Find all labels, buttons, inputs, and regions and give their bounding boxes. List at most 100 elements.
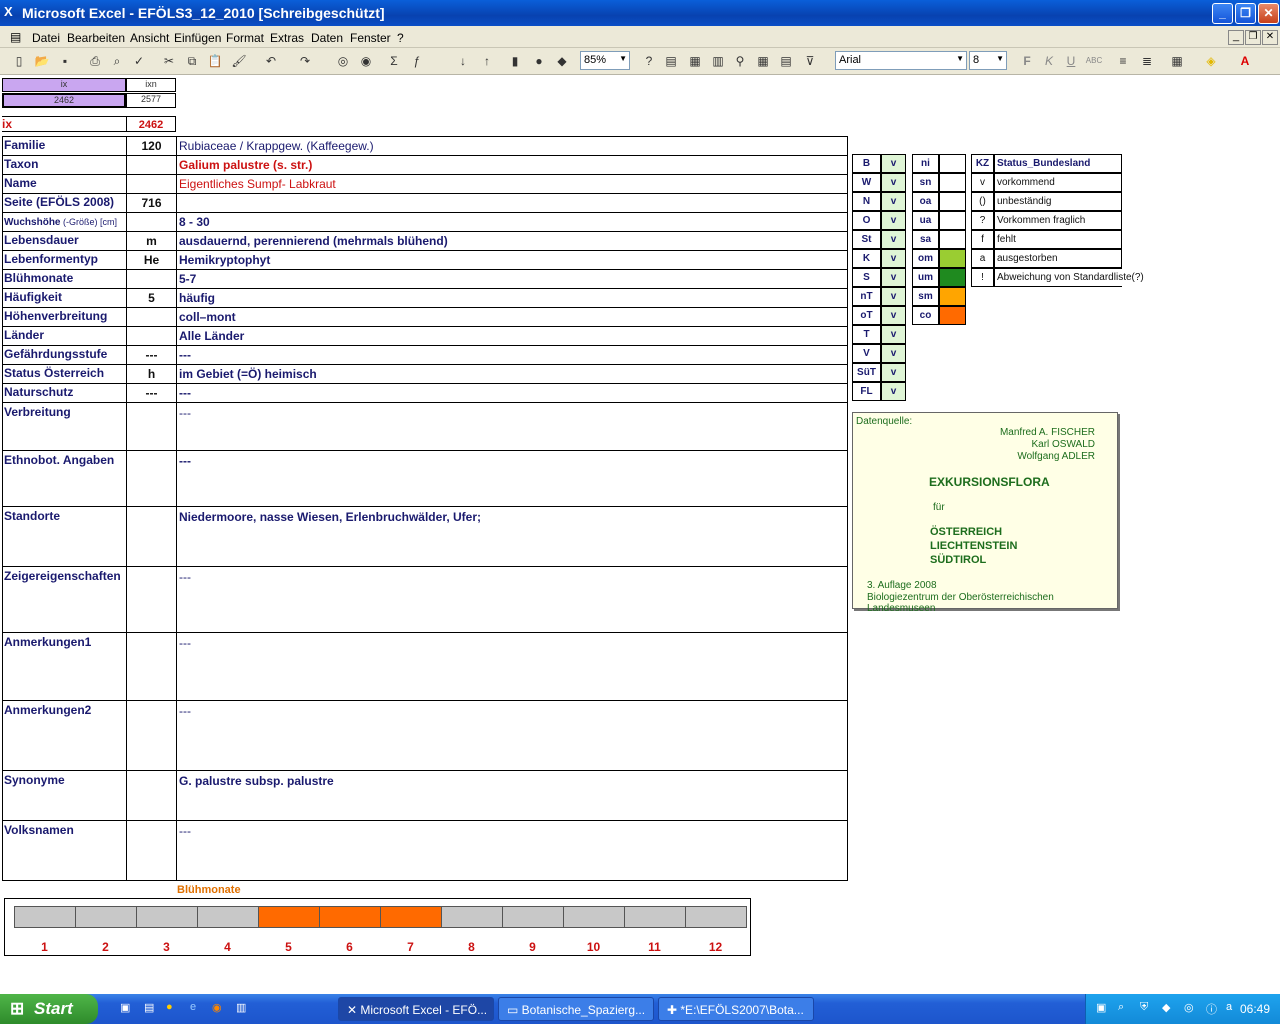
land-status[interactable]: v [881,363,906,382]
print-preview-icon[interactable]: ⌕ [108,52,126,70]
function-icon[interactable]: ƒ [408,52,426,70]
row-value[interactable]: coll–mont [176,307,848,326]
row-value[interactable]: --- [176,383,848,402]
print-icon[interactable]: ⎙ [86,52,104,70]
lang-icon[interactable]: a [1226,1001,1232,1013]
row-code[interactable] [126,307,176,326]
drawing-icon[interactable]: ◆ [553,52,571,70]
row-value[interactable]: Rubiaceae / Krappgew. (Kaffeegew.) [176,136,848,155]
info-icon[interactable]: ⓘ [1206,1001,1217,1017]
row-value[interactable]: --- [176,402,848,450]
firefox-icon[interactable]: ◉ [212,1001,222,1014]
row-code[interactable]: m [126,231,176,250]
menu-format[interactable]: Format [226,31,264,45]
save-icon[interactable]: ▪ [56,52,74,70]
row-code[interactable]: --- [126,345,176,364]
menu-extras[interactable]: Extras [270,31,304,45]
borders-icon[interactable]: ▦ [1168,52,1186,70]
row-code[interactable] [126,269,176,288]
row-value[interactable]: 5-7 [176,269,848,288]
row-code[interactable] [126,700,176,770]
row-code[interactable]: He [126,250,176,269]
quicklaunch-icon[interactable]: ▤ [144,1001,154,1014]
minimize-button[interactable]: _ [1212,3,1233,24]
open-icon[interactable]: 📂 [33,52,51,70]
align-center-icon[interactable]: ≣ [1138,52,1156,70]
land-status[interactable]: v [881,230,906,249]
bold-icon[interactable]: F [1018,52,1036,70]
land-status[interactable]: v [881,211,906,230]
comment-icon[interactable]: ▤ [662,52,680,70]
land-status[interactable]: v [881,287,906,306]
land-status[interactable]: v [881,268,906,287]
row-code[interactable] [126,326,176,345]
row-code[interactable] [126,632,176,700]
land-status[interactable]: v [881,325,906,344]
menu-bearbeiten[interactable]: Bearbeiten [67,31,125,45]
task-editor[interactable]: ✚ *E:\EFÖLS2007\Bota... [658,997,814,1021]
row-value[interactable]: --- [176,700,848,770]
font-select[interactable]: Arial ▼ [835,51,967,70]
cut-icon[interactable]: ✂ [160,52,178,70]
row-code[interactable] [126,212,176,231]
redo-icon[interactable]: ↷ [296,52,314,70]
row-code[interactable] [126,770,176,820]
row-value[interactable]: Hemikryptophyt [176,250,848,269]
row-code[interactable] [126,566,176,632]
chart-icon[interactable]: ▮ [506,52,524,70]
sheet-icon[interactable]: ▤ [777,52,795,70]
row-code[interactable]: 716 [126,193,176,212]
help-icon[interactable]: ? [640,52,658,70]
network-icon[interactable]: ▣ [1096,1001,1106,1014]
menu-datei[interactable]: Datei [32,31,60,45]
row-code[interactable]: --- [126,383,176,402]
close-button[interactable]: ✕ [1258,3,1279,24]
land-status[interactable]: v [881,249,906,268]
ie-icon[interactable]: e [190,1001,196,1013]
row-value[interactable]: G. palustre subsp. palustre [176,770,848,820]
row-code[interactable]: 120 [126,136,176,155]
doc-restore-button[interactable]: ❐ [1245,30,1261,45]
row-value[interactable]: Alle Länder [176,326,848,345]
task-explorer[interactable]: ▭ Botanische_Spazierg... [498,997,654,1021]
row-value[interactable]: --- [176,450,848,506]
desktop-icon[interactable]: ▣ [120,1001,130,1014]
row-value[interactable]: ausdauernd, perennierend (mehrmals blühe… [176,231,848,250]
row-value[interactable]: 8 - 30 [176,212,848,231]
menu-daten[interactable]: Daten [311,31,343,45]
start-button[interactable]: ⊞ Start [0,994,98,1024]
row-value[interactable]: Galium palustre (s. str.) [176,155,848,174]
menu-fenster[interactable]: Fenster [350,31,391,45]
doc-close-button[interactable]: ✕ [1262,30,1278,45]
ixn-value-cell[interactable]: 2577 [126,93,176,108]
grid-icon[interactable]: ▦ [754,52,772,70]
row-value[interactable]: Niedermoore, nasse Wiesen, Erlenbruchwäl… [176,506,848,566]
align-left-icon[interactable]: ≡ [1114,52,1132,70]
format-painter-icon[interactable]: 🖌 [230,52,248,70]
paste-icon[interactable]: 📋 [206,52,224,70]
underline-icon[interactable]: U [1062,52,1080,70]
hyperlink-icon[interactable]: ◎ [334,52,352,70]
ix-value-cell[interactable]: 2462 [2,93,126,108]
new-icon[interactable]: ▯ [10,52,28,70]
row-code[interactable] [126,155,176,174]
row-value[interactable] [176,193,848,212]
undo-icon[interactable]: ↶ [262,52,280,70]
row-code[interactable]: 5 [126,288,176,307]
fill-color-icon[interactable]: ◈ [1202,52,1220,70]
row-value[interactable]: --- [176,632,848,700]
row-value[interactable]: --- [176,566,848,632]
row-code[interactable]: h [126,364,176,383]
row-value[interactable]: --- [176,820,848,880]
menu-einfuegen[interactable]: Einfügen [174,31,221,45]
row-value[interactable]: im Gebiet (=Ö) heimisch [176,364,848,383]
row-code[interactable] [126,402,176,450]
web-icon[interactable]: ◉ [357,52,375,70]
update-icon[interactable]: ◎ [1184,1001,1194,1014]
binoculars-icon[interactable]: ⚲ [731,52,749,70]
font-color-icon[interactable]: A [1236,52,1254,70]
land-status[interactable]: v [881,173,906,192]
land-status[interactable]: v [881,344,906,363]
strikethrough-icon[interactable]: ABC [1085,52,1103,70]
menu-ansicht[interactable]: Ansicht [130,31,169,45]
